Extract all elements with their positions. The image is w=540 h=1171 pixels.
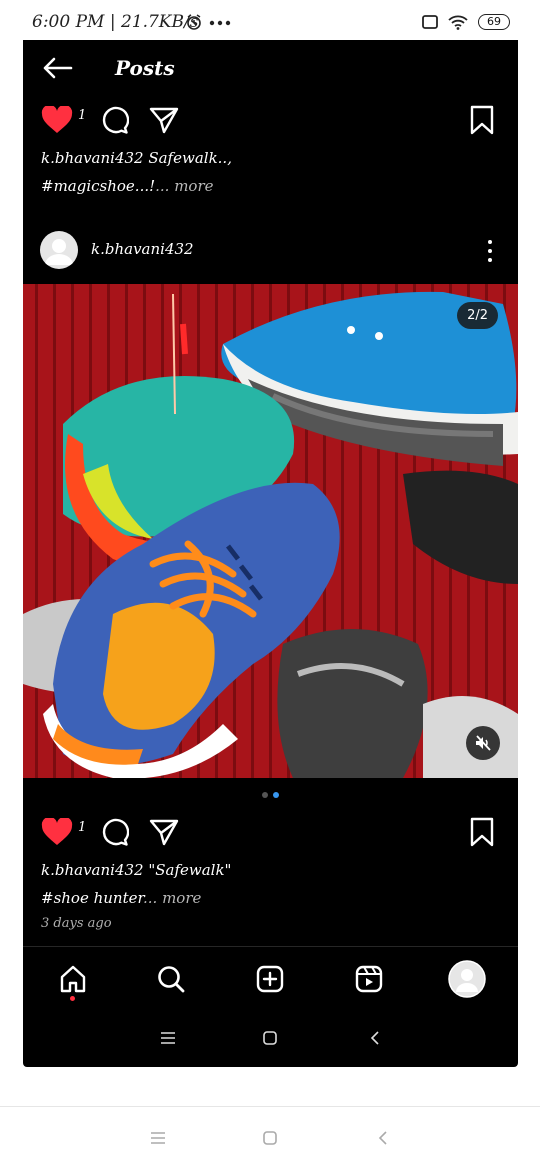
home-square-icon[interactable] [262, 1130, 278, 1146]
more-link[interactable]: ... more [143, 889, 201, 907]
battery-icon: 69 [478, 14, 510, 30]
comment-icon[interactable] [99, 105, 129, 135]
menu-icon[interactable] [150, 1131, 166, 1145]
nav-home[interactable] [53, 959, 93, 999]
mute-button[interactable] [466, 726, 500, 760]
system-nav-inner [23, 1016, 518, 1060]
status-bar: 6:00 PM | 21.7KB/s 69 [0, 0, 540, 44]
mute-icon [476, 735, 491, 751]
nav-profile[interactable] [447, 959, 487, 999]
active-indicator-dot [70, 996, 75, 1001]
sneakers-photo [23, 284, 518, 778]
nav-search[interactable] [151, 959, 191, 999]
bottom-nav [23, 947, 518, 1011]
back-chevron-icon[interactable] [377, 1130, 389, 1146]
more-dots-icon [209, 20, 231, 26]
heart-icon[interactable] [41, 106, 73, 134]
caption-line: k.bhavani432 "Safewalk" [41, 861, 232, 879]
home-icon [60, 965, 86, 993]
carousel-dot [262, 792, 268, 798]
alarm-icon [187, 14, 201, 30]
page-title: Posts [115, 56, 175, 80]
carousel-indicator [23, 792, 518, 798]
back-arrow-icon[interactable] [41, 56, 73, 80]
media-counter-badge: 2/2 [457, 302, 498, 329]
reels-icon [355, 965, 383, 993]
caption-line: k.bhavani432 Safewalk.., [41, 149, 232, 167]
search-icon [158, 966, 185, 993]
username[interactable]: k.bhavani432 [91, 240, 194, 258]
nav-reels[interactable] [349, 959, 389, 999]
heart-icon[interactable] [41, 818, 73, 846]
status-time: 6:00 PM | 21.7KB/s [32, 12, 199, 32]
like-count[interactable]: 1 [78, 108, 86, 123]
post-timestamp: 3 days ago [41, 916, 112, 931]
like-count[interactable]: 1 [78, 820, 86, 835]
top-bar: Posts [23, 40, 518, 96]
caption-line-2: #shoe hunter... more [41, 884, 501, 912]
share-icon[interactable] [149, 106, 179, 134]
carousel-dot-active [273, 792, 279, 798]
default-avatar-icon [45, 239, 73, 265]
menu-icon[interactable] [160, 1031, 176, 1045]
hashtag[interactable]: #shoe hunter [41, 889, 143, 907]
wifi-icon [448, 15, 468, 30]
app-screen: Posts 1 k.bhavani432 Safewalk.., #magics… [23, 40, 518, 1067]
post-header: k.bhavani432 [23, 228, 518, 274]
profile-icon [448, 960, 486, 998]
caption-line-2: #magicshoe...!... more [41, 172, 501, 200]
more-options-icon[interactable] [488, 240, 494, 267]
square-icon [422, 15, 438, 29]
hashtag[interactable]: #magicshoe...! [41, 177, 155, 195]
comment-icon[interactable] [99, 817, 129, 847]
home-square-icon[interactable] [262, 1030, 278, 1046]
avatar[interactable] [40, 231, 78, 269]
bookmark-icon[interactable] [470, 105, 494, 135]
post-caption: k.bhavani432 "Safewalk" #shoe hunter... … [41, 856, 501, 912]
bookmark-icon[interactable] [470, 817, 494, 847]
more-link[interactable]: ... more [155, 177, 213, 195]
system-nav [0, 1106, 540, 1171]
prev-post-caption: k.bhavani432 Safewalk.., #magicshoe...!.… [41, 144, 501, 200]
prev-post-actions: 1 [23, 100, 518, 140]
back-chevron-icon[interactable] [369, 1030, 381, 1046]
post-actions: 1 [23, 812, 518, 852]
share-icon[interactable] [149, 818, 179, 846]
nav-create[interactable] [250, 959, 290, 999]
post-image[interactable]: 2/2 [23, 284, 518, 778]
create-icon [256, 965, 284, 993]
